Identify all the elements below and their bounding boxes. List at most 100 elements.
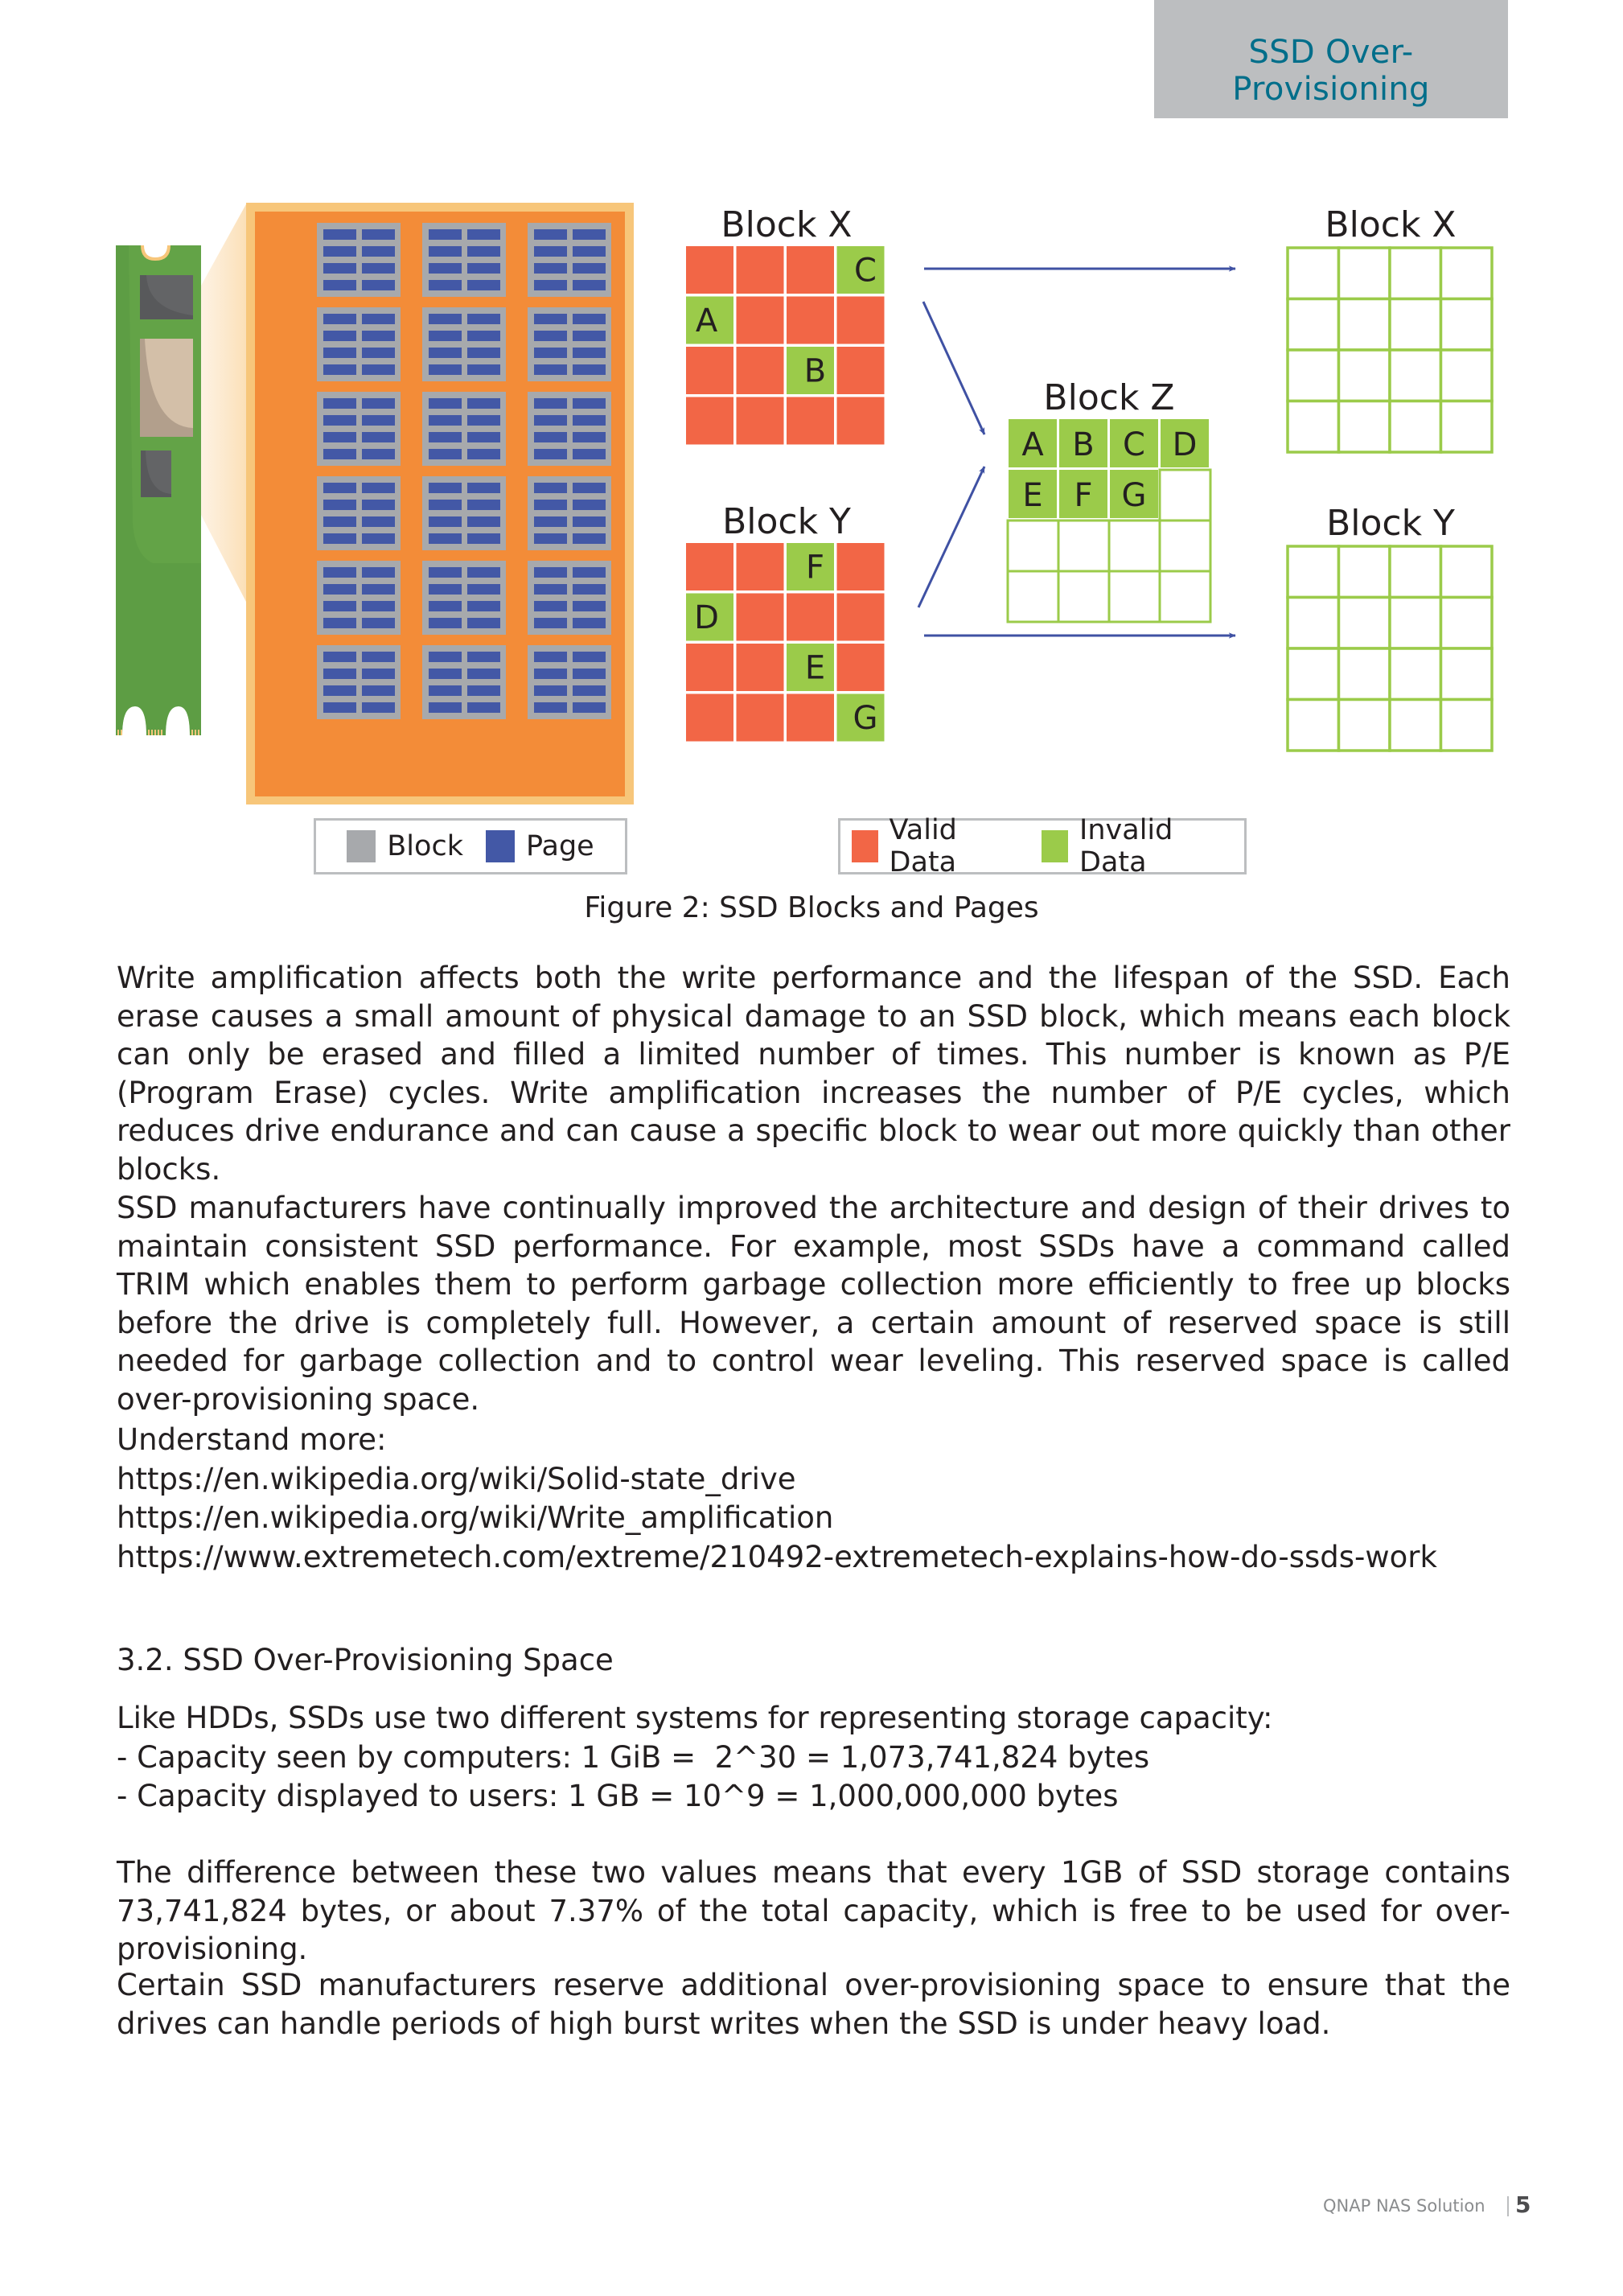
nand-page: [323, 483, 356, 493]
empty-page-cell: [1388, 595, 1443, 650]
nand-page: [573, 415, 606, 426]
empty-page-cell: [1158, 519, 1212, 573]
nand-page: [534, 652, 567, 662]
nand-page: [429, 432, 462, 442]
cell-label: F: [1074, 477, 1092, 514]
nand-page: [573, 280, 606, 290]
empty-page-cell: [1439, 297, 1494, 352]
valid-page-cell: [836, 397, 885, 445]
nand-page: [534, 567, 567, 578]
empty-page-cell: [1388, 399, 1443, 454]
nand-page: [534, 533, 567, 544]
understand-more-label: Understand more:: [117, 1422, 387, 1457]
nand-page: [323, 280, 356, 290]
empty-page-cell: [1337, 647, 1391, 702]
nand-page: [429, 280, 462, 290]
nand-block: [317, 476, 401, 550]
nand-page: [534, 364, 567, 375]
nand-page: [534, 263, 567, 274]
capacity-item-users: - Capacity displayed to users: 1 GB = 10…: [117, 1779, 1119, 1813]
nand-page: [534, 669, 567, 679]
nand-page: [429, 314, 462, 324]
capacity-item-computers: - Capacity seen by computers: 1 GiB = 2^…: [117, 1739, 1150, 1775]
cell-label: A: [696, 302, 718, 339]
nand-page: [362, 314, 395, 324]
empty-page-cell: [1388, 246, 1443, 301]
nand-page: [467, 601, 500, 611]
empty-page-cell: [1286, 697, 1341, 752]
nand-page: [467, 314, 500, 324]
cell-label: E: [1022, 477, 1042, 514]
nand-page: [429, 652, 462, 662]
paragraph-text: SSD manufacturers have continually impro…: [117, 1191, 1510, 1417]
empty-page-cell: [1388, 697, 1443, 752]
nand-page: [323, 500, 356, 510]
valid-page-cell: [787, 593, 834, 641]
nand-page: [573, 702, 606, 713]
block-title: Block Z: [1043, 377, 1174, 418]
valid-page-cell: [836, 296, 885, 344]
empty-page-cell: [1107, 570, 1161, 623]
nand-page: [573, 533, 606, 544]
empty-page-cell: [1388, 545, 1443, 599]
empty-page-cell: [1006, 570, 1060, 623]
nand-page: [534, 229, 567, 240]
valid-page-cell: [686, 347, 733, 394]
paragraph-text: The difference between these two values …: [117, 1855, 1510, 1966]
legend-item-valid: Valid Data: [852, 814, 1019, 878]
nand-page: [323, 246, 356, 257]
nand-page: [323, 415, 356, 426]
capacity-section: Like HDDs, SSDs use two different system…: [117, 1699, 1510, 1817]
nand-page: [573, 652, 606, 662]
nand-page: [429, 331, 462, 341]
nand-page: [429, 618, 462, 628]
section-heading: 3.2. SSD Over-Provisioning Space: [117, 1641, 1510, 1680]
empty-page-cell: [1286, 399, 1341, 454]
nand-page: [429, 348, 462, 358]
valid-page-cell: [736, 397, 784, 445]
empty-page-cell: [1107, 519, 1161, 573]
nand-page: [362, 263, 395, 274]
nand-page: [534, 449, 567, 459]
arrow-block-y-to-block-z: [917, 466, 986, 608]
nand-page: [362, 669, 395, 679]
nand-page: [467, 618, 500, 628]
legend-item-invalid: Invalid Data: [1042, 814, 1233, 878]
valid-page-cell: [787, 246, 834, 294]
link-solid-state-drive[interactable]: https://en.wikipedia.org/wiki/Solid-stat…: [117, 1460, 1510, 1500]
understand-more-section: Understand more: https://en.wikipedia.or…: [117, 1421, 1510, 1577]
nand-page: [362, 246, 395, 257]
empty-page-cell: [1286, 348, 1341, 403]
nand-page: [467, 483, 500, 493]
nand-block: [422, 307, 506, 381]
nand-block: [528, 307, 611, 381]
nand-page: [362, 229, 395, 240]
empty-page-cell: [1439, 595, 1494, 650]
valid-page-cell: [736, 246, 784, 294]
nand-page: [534, 246, 567, 257]
nand-page: [362, 331, 395, 341]
nand-page: [534, 500, 567, 510]
invalid-data-swatch-icon: [1042, 830, 1069, 862]
legend-label: Page: [525, 830, 594, 862]
nand-page: [467, 348, 500, 358]
valid-page-cell: [787, 397, 834, 445]
link-write-amplification[interactable]: https://en.wikipedia.org/wiki/Write_ampl…: [117, 1499, 1510, 1538]
nand-page: [534, 584, 567, 595]
empty-page-cell: [1388, 297, 1443, 352]
nand-page: [467, 331, 500, 341]
arrow-block-x-to-block-z: [922, 301, 986, 435]
nand-page: [467, 516, 500, 527]
nand-page: [467, 280, 500, 290]
nand-page: [534, 314, 567, 324]
nand-page: [362, 415, 395, 426]
valid-page-cell: [736, 296, 784, 344]
nand-page: [534, 601, 567, 611]
cell-label: D: [1173, 426, 1198, 463]
nand-page: [362, 432, 395, 442]
link-extremetech-ssds[interactable]: https://www.extremetech.com/extreme/2104…: [117, 1538, 1510, 1578]
nand-page: [467, 533, 500, 544]
paragraph-text: Certain SSD manufacturers reserve additi…: [117, 1968, 1510, 2041]
nand-page: [534, 685, 567, 696]
paragraph-manufacturers: SSD manufacturers have continually impro…: [117, 1189, 1510, 1418]
